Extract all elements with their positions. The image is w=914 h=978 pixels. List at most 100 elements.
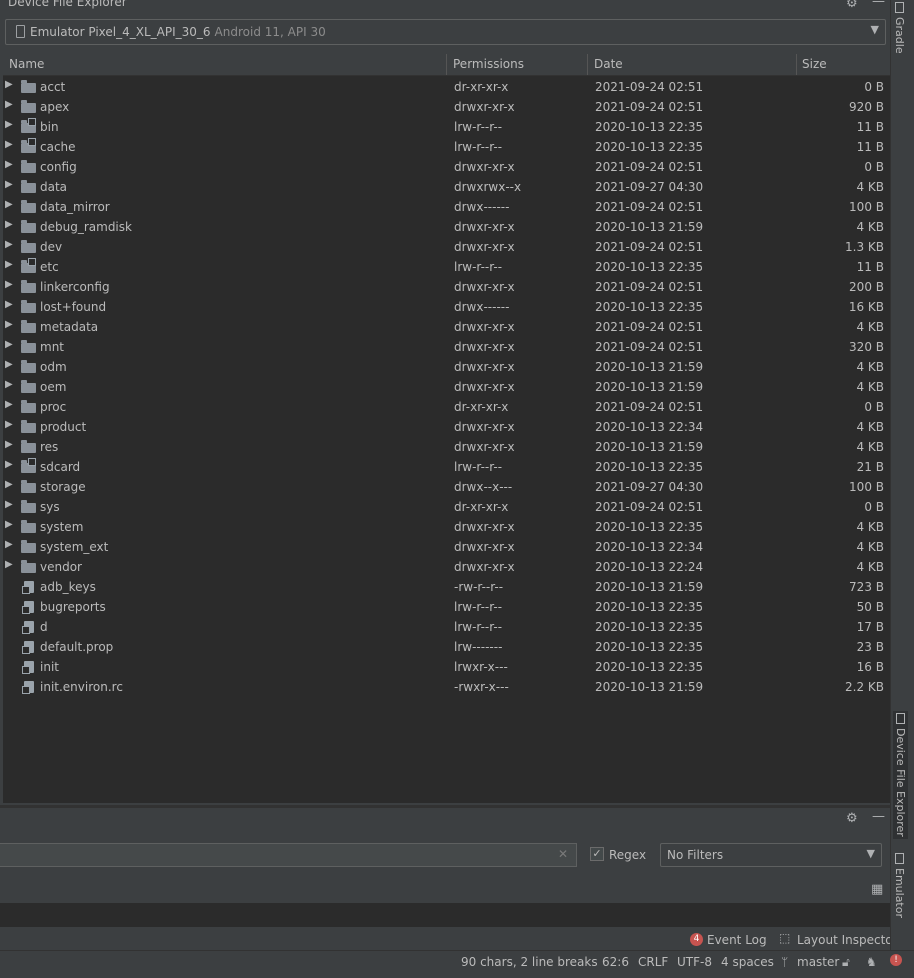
table-row[interactable]: init.environ.rc -rwxr-x--- 2020-10-13 21:5… <box>3 677 890 697</box>
expand-arrow-icon[interactable]: ▶ <box>5 239 13 250</box>
link-icon <box>22 646 30 654</box>
table-row[interactable]: ▶ proc dr-xr-xr-x 2021-09-24 02:51 0 B <box>3 397 890 417</box>
table-row[interactable]: ▶ dev drwxr-xr-x 2021-09-24 02:51 1.3 KB <box>3 237 890 257</box>
expand-arrow-icon[interactable]: ▶ <box>5 379 13 390</box>
folder-icon <box>21 480 36 493</box>
gear-icon[interactable]: ⚙ <box>846 811 858 826</box>
file-icon <box>22 641 34 654</box>
right-tool-strip: Gradle Device File Explorer Emulator <box>890 0 914 950</box>
file-name: mnt <box>40 340 64 354</box>
table-row[interactable]: ▶ product drwxr-xr-x 2020-10-13 22:34 4 KB <box>3 417 890 437</box>
tab-gradle[interactable]: Gradle <box>893 2 906 54</box>
regex-checkbox[interactable]: ✓ <box>590 847 604 861</box>
expand-arrow-icon[interactable]: ▶ <box>5 559 13 570</box>
table-row[interactable]: ▶ lost+found drwx------ 2020-10-13 22:35 16 … <box>3 297 890 317</box>
table-row[interactable]: ▶ vendor drwxr-xr-x 2020-10-13 22:24 4 KB <box>3 557 890 577</box>
git-branch[interactable]: master <box>797 955 839 969</box>
table-row[interactable]: ▶ odm drwxr-xr-x 2020-10-13 21:59 4 KB <box>3 357 890 377</box>
regex-label[interactable]: Regex <box>609 848 646 862</box>
expand-arrow-icon[interactable]: ▶ <box>5 399 13 410</box>
indent-setting[interactable]: 4 spaces <box>721 955 774 969</box>
column-header-date[interactable]: Date <box>594 57 623 71</box>
device-selector[interactable]: Emulator Pixel_4_XL_API_30_6 Android 11, … <box>5 19 886 45</box>
table-row[interactable]: ▶ config drwxr-xr-x 2021-09-24 02:51 0 B <box>3 157 890 177</box>
column-header-name[interactable]: Name <box>9 57 44 71</box>
file-date: 2021-09-27 04:30 <box>595 480 704 494</box>
inspector-icon[interactable]: ♞ <box>866 955 877 969</box>
table-row[interactable]: ▶ bin lrw-r--r-- 2020-10-13 22:35 11 B <box>3 117 890 137</box>
line-separator[interactable]: CRLF <box>638 955 668 969</box>
caret-position[interactable]: 62:6 <box>602 955 629 969</box>
expand-arrow-icon[interactable]: ▶ <box>5 219 13 230</box>
expand-arrow-icon[interactable]: ▶ <box>5 479 13 490</box>
table-row[interactable]: ▶ res drwxr-xr-x 2020-10-13 21:59 4 KB <box>3 437 890 457</box>
table-row[interactable]: ▶ data_mirror drwx------ 2021-09-24 02:51 10… <box>3 197 890 217</box>
search-input[interactable]: ✕ <box>0 843 577 867</box>
expand-arrow-icon[interactable]: ▶ <box>5 159 13 170</box>
inspector-icon[interactable]: ⬚ <box>779 931 790 945</box>
table-row[interactable]: ▶ system drwxr-xr-x 2020-10-13 22:35 4 KB <box>3 517 890 537</box>
column-divider[interactable] <box>446 54 447 75</box>
expand-arrow-icon[interactable]: ▶ <box>5 459 13 470</box>
close-icon[interactable]: ✕ <box>558 847 568 861</box>
table-row[interactable]: ▶ debug_ramdisk drwxr-xr-x 2020-10-13 21:59… <box>3 217 890 237</box>
event-log-button[interactable]: Event Log <box>707 933 767 947</box>
expand-arrow-icon[interactable]: ▶ <box>5 79 13 90</box>
status-bar: 90 chars, 2 line breaks 62:6 CRLF UTF-8 … <box>0 950 914 978</box>
expand-arrow-icon[interactable]: ▶ <box>5 139 13 150</box>
folder-icon <box>21 340 36 353</box>
lock-icon[interactable]: 🔓︎ <box>842 955 850 970</box>
expand-arrow-icon[interactable]: ▶ <box>5 359 13 370</box>
expand-arrow-icon[interactable]: ▶ <box>5 319 13 330</box>
column-divider[interactable] <box>796 54 797 75</box>
expand-arrow-icon[interactable]: ▶ <box>5 179 13 190</box>
minimize-icon[interactable]: — <box>872 809 885 824</box>
tab-device-file-explorer[interactable]: Device File Explorer <box>893 711 908 839</box>
link-icon <box>22 626 30 634</box>
tab-device-file-explorer-label: Device File Explorer <box>894 728 907 837</box>
table-row[interactable]: init lrwxr-x--- 2020-10-13 22:35 16 B <box>3 657 890 677</box>
layout-icon[interactable]: ▦ <box>871 882 883 897</box>
table-row[interactable]: default.prop lrw------- 2020-10-13 22:35 23… <box>3 637 890 657</box>
expand-arrow-icon[interactable]: ▶ <box>5 299 13 310</box>
expand-arrow-icon[interactable]: ▶ <box>5 119 13 130</box>
expand-arrow-icon[interactable]: ▶ <box>5 419 13 430</box>
table-row[interactable]: bugreports lrw-r--r-- 2020-10-13 22:35 50 B <box>3 597 890 617</box>
table-row[interactable]: ▶ storage drwx--x--- 2021-09-27 04:30 100 B <box>3 477 890 497</box>
table-row[interactable]: ▶ data drwxrwx--x 2021-09-27 04:30 4 KB <box>3 177 890 197</box>
expand-arrow-icon[interactable]: ▶ <box>5 279 13 290</box>
table-row[interactable]: ▶ cache lrw-r--r-- 2020-10-13 22:35 11 B <box>3 137 890 157</box>
expand-arrow-icon[interactable]: ▶ <box>5 439 13 450</box>
column-header-size[interactable]: Size <box>802 57 827 71</box>
expand-arrow-icon[interactable]: ▶ <box>5 259 13 270</box>
table-row[interactable]: ▶ apex drwxr-xr-x 2021-09-24 02:51 920 B <box>3 97 890 117</box>
table-row[interactable]: ▶ acct dr-xr-xr-x 2021-09-24 02:51 0 B <box>3 77 890 97</box>
expand-arrow-icon[interactable]: ▶ <box>5 499 13 510</box>
file-permissions: drwxr-xr-x <box>454 540 515 554</box>
table-row[interactable]: ▶ metadata drwxr-xr-x 2021-09-24 02:51 4 KB <box>3 317 890 337</box>
expand-arrow-icon[interactable]: ▶ <box>5 519 13 530</box>
column-divider[interactable] <box>587 54 588 75</box>
minimize-icon[interactable]: — <box>872 0 885 9</box>
expand-arrow-icon[interactable]: ▶ <box>5 99 13 110</box>
table-row[interactable]: ▶ linkerconfig drwxr-xr-x 2021-09-24 02:51 2… <box>3 277 890 297</box>
table-row[interactable]: ▶ system_ext drwxr-xr-x 2020-10-13 22:34 4 K… <box>3 537 890 557</box>
table-row[interactable]: d lrw-r--r-- 2020-10-13 22:35 17 B <box>3 617 890 637</box>
expand-arrow-icon[interactable]: ▶ <box>5 539 13 550</box>
table-row[interactable]: ▶ oem drwxr-xr-x 2020-10-13 21:59 4 KB <box>3 377 890 397</box>
table-row[interactable]: ▶ etc lrw-r--r-- 2020-10-13 22:35 11 B <box>3 257 890 277</box>
tab-emulator[interactable]: Emulator <box>893 853 906 918</box>
file-encoding[interactable]: UTF-8 <box>677 955 712 969</box>
gear-icon[interactable]: ⚙ <box>846 0 858 11</box>
expand-arrow-icon[interactable]: ▶ <box>5 199 13 210</box>
column-header-permissions[interactable]: Permissions <box>453 57 524 71</box>
expand-arrow-icon[interactable]: ▶ <box>5 339 13 350</box>
table-row[interactable]: ▶ mnt drwxr-xr-x 2021-09-24 02:51 320 B <box>3 337 890 357</box>
filter-select[interactable]: No Filters ▼ <box>660 843 882 867</box>
layout-inspector-button[interactable]: Layout Inspector <box>797 933 898 947</box>
table-row[interactable]: adb_keys -rw-r--r-- 2020-10-13 21:59 723 B <box>3 577 890 597</box>
table-row[interactable]: ▶ sdcard lrw-r--r-- 2020-10-13 22:35 21 B <box>3 457 890 477</box>
table-row[interactable]: ▶ sys dr-xr-xr-x 2021-09-24 02:51 0 B <box>3 497 890 517</box>
error-icon[interactable]: ! <box>890 954 902 966</box>
event-log-badge[interactable]: 4 <box>690 933 703 946</box>
